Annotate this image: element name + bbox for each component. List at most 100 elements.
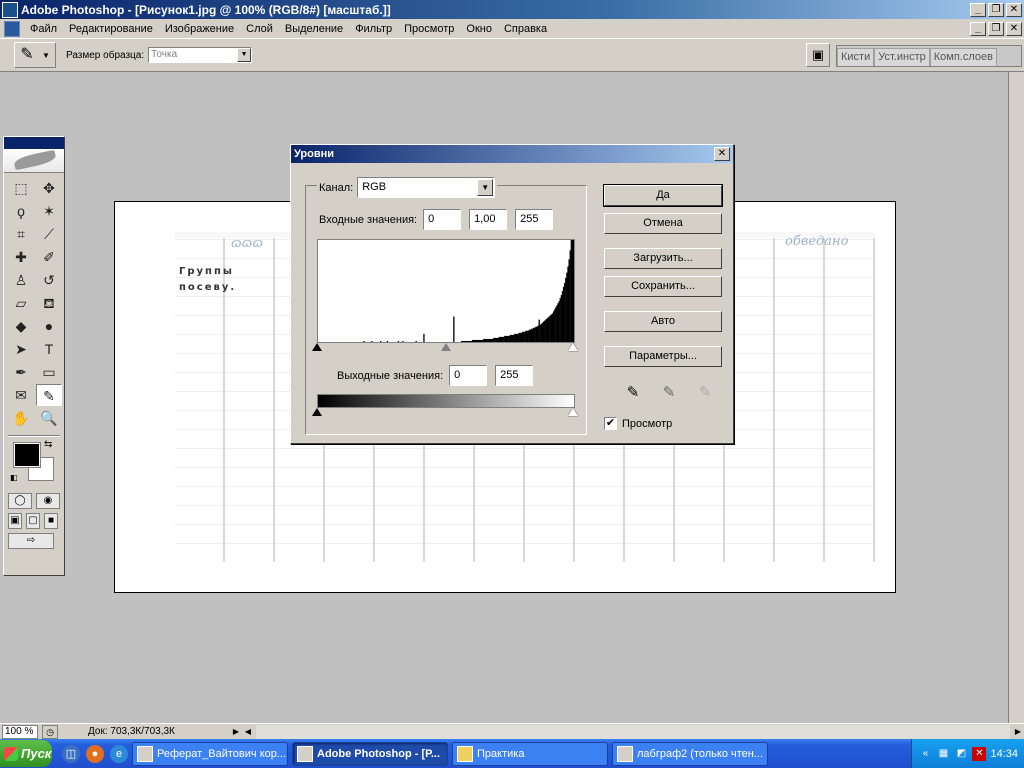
clone-stamp-icon[interactable]: ♙ (8, 269, 34, 291)
desktop-icon[interactable]: ◫ (62, 744, 80, 763)
gray-point-eyedropper-icon[interactable]: ✎ (659, 383, 679, 403)
tray-expand-icon[interactable]: « (918, 747, 932, 761)
magic-wand-icon[interactable]: ✶ (36, 200, 62, 222)
full-screen-menu-icon[interactable]: ▢ (26, 513, 40, 529)
full-screen-icon[interactable]: ■ (44, 513, 58, 529)
network-icon[interactable]: ▦ (936, 747, 950, 761)
status-menu-icon[interactable]: ◷ (42, 724, 58, 739)
standard-screen-icon[interactable]: ▣ (8, 513, 22, 529)
input-gamma-field[interactable]: 1,00 (469, 209, 508, 230)
menu-select[interactable]: Выделение (279, 23, 349, 35)
doc-close-button[interactable]: ✕ (1006, 21, 1022, 36)
levels-dialog-title-bar[interactable]: Уровни ✕ (291, 145, 733, 163)
task-word-document[interactable]: Реферат_Вайтович кор... (132, 741, 288, 766)
crop-icon[interactable]: ⌗ (8, 223, 34, 245)
input-white-field[interactable]: 255 (515, 209, 554, 230)
sample-size-select[interactable]: Точка ▼ (148, 47, 253, 63)
eraser-icon[interactable]: ▱ (8, 292, 34, 314)
cancel-button[interactable]: Отмена (604, 213, 722, 234)
load-button[interactable]: Загрузить... (604, 248, 722, 269)
options-button[interactable]: Параметры... (604, 346, 722, 367)
input-white-slider[interactable] (568, 343, 578, 351)
notes-icon[interactable]: ✉ (8, 384, 34, 406)
preview-checkbox[interactable]: ✔ (604, 417, 617, 430)
ok-button[interactable]: Да (603, 184, 723, 207)
channel-row: Канал: RGB ▼ (317, 177, 498, 198)
white-point-eyedropper-icon[interactable]: ✎ (695, 383, 715, 403)
toolbox-header[interactable] (4, 137, 64, 149)
task-photoshop[interactable]: Adobe Photoshop - [Р... (292, 741, 448, 766)
auto-button[interactable]: Авто (604, 311, 722, 332)
zoom-field[interactable]: 100 % (2, 724, 38, 739)
move-icon[interactable]: ✥ (36, 177, 62, 199)
output-black-field[interactable]: 0 (449, 365, 488, 386)
foreground-color[interactable] (13, 442, 41, 468)
menu-image[interactable]: Изображение (159, 23, 240, 35)
path-selection-icon[interactable]: ➤ (8, 338, 34, 360)
hand-icon[interactable]: ✋ (8, 407, 34, 429)
volume-icon[interactable]: ◩ (954, 747, 968, 761)
menu-layer[interactable]: Слой (240, 23, 279, 35)
task-word-readonly[interactable]: лабграф2 (только чтен... (612, 741, 768, 766)
menu-help[interactable]: Справка (498, 23, 553, 35)
quick-mask-icon[interactable]: ◉ (36, 493, 60, 509)
output-black-slider[interactable] (312, 408, 322, 416)
status-menu-arrow-icon[interactable]: ▶ (230, 725, 242, 739)
scroll-right-icon[interactable]: ▶ (1012, 725, 1024, 739)
marquee-icon[interactable]: ⬚ (8, 177, 34, 199)
slice-icon[interactable]: ⟋ (36, 223, 62, 245)
lasso-icon[interactable]: ϙ (8, 200, 34, 222)
task-folder-practice[interactable]: Практика (452, 741, 608, 766)
menu-filter[interactable]: Фильтр (349, 23, 398, 35)
zoom-icon[interactable]: 🔍 (36, 407, 62, 429)
adobe-online-button[interactable] (4, 149, 64, 173)
blur-icon[interactable]: ◆ (8, 315, 34, 337)
input-gamma-slider[interactable] (441, 343, 451, 351)
type-icon[interactable]: T (36, 338, 62, 360)
start-button[interactable]: Пуск (0, 740, 52, 767)
vertical-scrollbar[interactable] (1008, 72, 1024, 723)
minimize-button[interactable]: _ (970, 2, 986, 17)
close-button[interactable]: ✕ (1006, 2, 1022, 17)
scroll-left-icon[interactable]: ◀ (242, 725, 254, 739)
brush-icon[interactable]: ✐ (36, 246, 62, 268)
swap-colors-icon[interactable]: ⇆ (44, 439, 52, 450)
antivirus-icon[interactable]: ✕ (972, 746, 987, 761)
horizontal-scrollbar[interactable] (256, 724, 1010, 739)
paint-bucket-icon[interactable]: ⛾ (36, 292, 62, 314)
rectangle-icon[interactable]: ▭ (36, 361, 62, 383)
palette-tab-layer-comps[interactable]: Комп.слоев (929, 48, 997, 66)
clock[interactable]: 14:34 (990, 748, 1018, 760)
input-black-slider[interactable] (312, 343, 322, 351)
save-button[interactable]: Сохранить... (604, 276, 722, 297)
menu-file[interactable]: Файл (24, 23, 63, 35)
dialog-close-button[interactable]: ✕ (714, 147, 730, 161)
restore-button[interactable]: ❐ (988, 2, 1004, 17)
output-white-field[interactable]: 255 (495, 365, 534, 386)
jump-to-imageready-icon[interactable]: ⇨ (8, 533, 54, 549)
black-point-eyedropper-icon[interactable]: ✎ (623, 383, 643, 403)
tool-preset-picker[interactable]: ✎ ▼ (14, 42, 56, 68)
eyedropper-tool-icon[interactable]: ✎ (36, 384, 62, 406)
doc-restore-button[interactable]: ❐ (988, 21, 1004, 36)
palette-tab-brushes[interactable]: Кисти (837, 48, 875, 66)
document-icon[interactable] (4, 20, 20, 37)
file-browser-icon[interactable]: ▣ (806, 43, 830, 67)
menu-view[interactable]: Просмотр (398, 23, 460, 35)
dodge-icon[interactable]: ● (36, 315, 62, 337)
pen-icon[interactable]: ✒ (8, 361, 34, 383)
default-colors-icon[interactable]: ◧ (10, 473, 20, 483)
history-brush-icon[interactable]: ↺ (36, 269, 62, 291)
internet-explorer-icon[interactable]: e (110, 744, 128, 763)
doc-minimize-button[interactable]: _ (970, 21, 986, 36)
menu-edit[interactable]: Редактирование (63, 23, 159, 35)
firefox-icon[interactable]: ● (86, 744, 104, 763)
channel-select[interactable]: RGB ▼ (357, 177, 496, 198)
palette-tab-tool-presets[interactable]: Уст.инстр (874, 48, 930, 66)
input-black-field[interactable]: 0 (423, 209, 462, 230)
levels-dialog-title: Уровни (294, 148, 335, 160)
healing-brush-icon[interactable]: ✚ (8, 246, 34, 268)
menu-window[interactable]: Окно (460, 23, 498, 35)
output-white-slider[interactable] (568, 408, 578, 416)
standard-mode-icon[interactable]: ◯ (8, 493, 32, 509)
